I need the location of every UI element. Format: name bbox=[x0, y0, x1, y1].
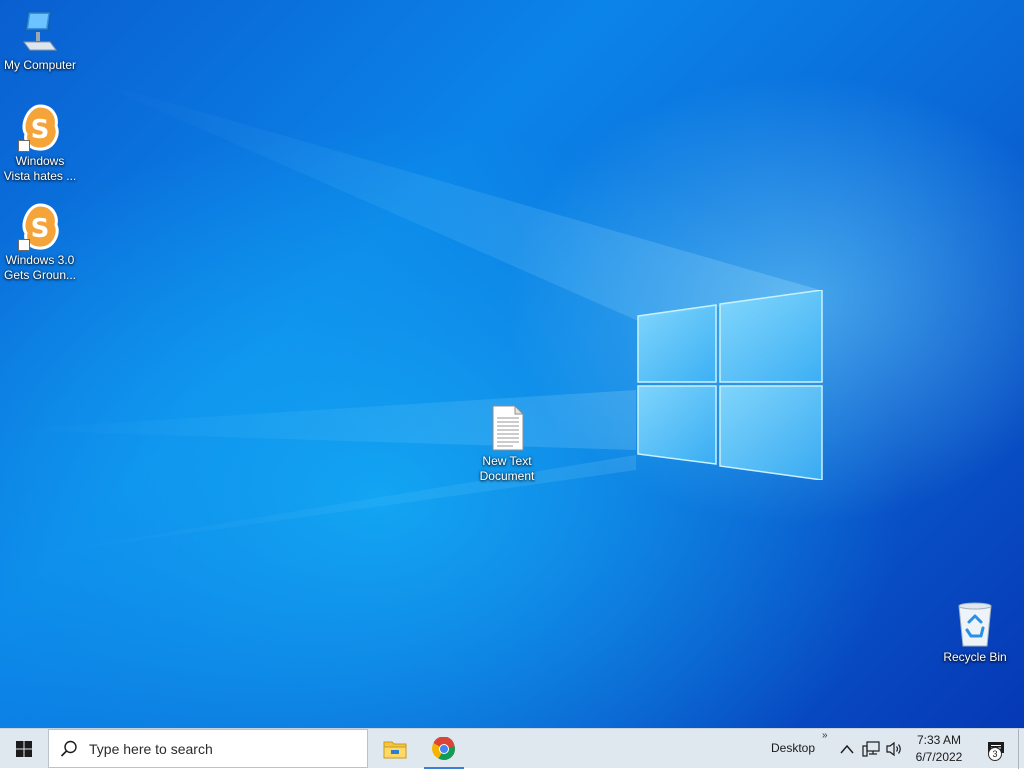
computer-icon bbox=[16, 8, 64, 56]
chevron-up-icon[interactable] bbox=[837, 739, 857, 759]
desktop-icon-label: Windows 3.0 Gets Groun... bbox=[3, 253, 77, 282]
toolbar-expand-chevron-icon[interactable]: » bbox=[822, 730, 828, 741]
taskbar-search-box[interactable]: Type here to search bbox=[48, 729, 368, 768]
start-button[interactable] bbox=[0, 729, 48, 769]
desktop-background[interactable]: My Computer S Windows Vista hates ... S … bbox=[0, 0, 1024, 728]
svg-text:S: S bbox=[31, 214, 50, 244]
windows-start-icon bbox=[16, 741, 32, 757]
desktop-icon-label: Recycle Bin bbox=[943, 650, 1007, 664]
desktop-toolbar-label[interactable]: Desktop bbox=[771, 741, 815, 755]
folder-icon bbox=[383, 741, 407, 759]
search-icon bbox=[49, 740, 89, 758]
search-placeholder: Type here to search bbox=[89, 740, 213, 757]
taskbar-app-chrome[interactable] bbox=[424, 729, 464, 769]
windows-logo-wallpaper bbox=[637, 290, 823, 480]
notification-count-badge: 3 bbox=[988, 747, 1002, 761]
desktop-icon-label: New Text Document bbox=[479, 454, 535, 483]
network-icon[interactable] bbox=[861, 739, 881, 759]
show-desktop-button[interactable] bbox=[1018, 729, 1024, 769]
recycle-bin-icon bbox=[953, 600, 997, 648]
desktop-icon-new-text-document[interactable]: New Text Document bbox=[467, 404, 547, 484]
scratch-app-icon: S bbox=[16, 203, 64, 251]
desktop-icon-label: Windows Vista hates ... bbox=[3, 154, 77, 183]
desktop-icon-my-computer[interactable]: My Computer bbox=[0, 8, 80, 73]
svg-text:S: S bbox=[31, 115, 50, 145]
desktop-icon-recycle-bin[interactable]: Recycle Bin bbox=[935, 600, 1015, 665]
desktop-icon-label: My Computer bbox=[3, 58, 77, 72]
taskbar-clock[interactable]: 7:33 AM 6/7/2022 bbox=[908, 732, 970, 766]
desktop-icon-win30-shortcut[interactable]: S Windows 3.0 Gets Groun... bbox=[0, 203, 80, 283]
taskbar-app-file-explorer[interactable] bbox=[375, 729, 415, 769]
desktop-icon-vista-shortcut[interactable]: S Windows Vista hates ... bbox=[0, 104, 80, 184]
text-document-icon bbox=[487, 404, 527, 452]
chrome-icon bbox=[432, 737, 455, 760]
shortcut-arrow-icon bbox=[18, 239, 30, 251]
scratch-app-icon: S bbox=[16, 104, 64, 152]
wallpaper-light-beams bbox=[0, 80, 820, 560]
taskbar: Type here to search Desktop » 7:33 AM 6/… bbox=[0, 728, 1024, 769]
clock-time: 7:33 AM bbox=[916, 733, 962, 747]
clock-date: 6/7/2022 bbox=[915, 750, 963, 764]
speaker-volume-icon[interactable] bbox=[885, 739, 905, 759]
shortcut-arrow-icon bbox=[18, 140, 30, 152]
